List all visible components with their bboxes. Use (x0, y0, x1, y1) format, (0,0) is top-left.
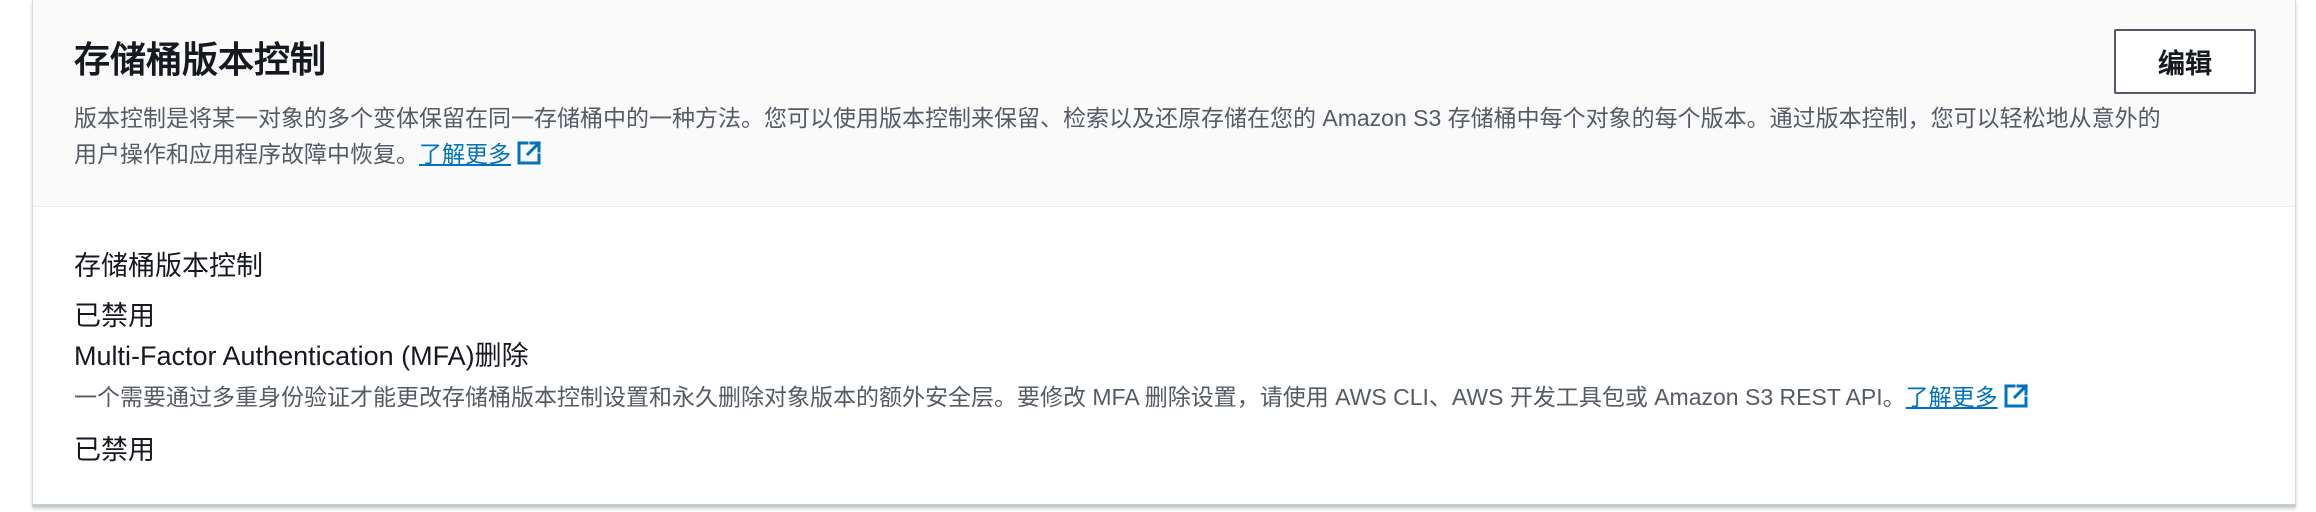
learn-more-link[interactable]: 了解更多 (419, 141, 511, 167)
description-line-1: 版本控制是将某一对象的多个变体保留在同一存储桶中的一种方法。您可以使用版本控制来… (74, 105, 2161, 131)
mfa-delete-status: 已禁用 (74, 435, 155, 465)
panel-description: 版本控制是将某一对象的多个变体保留在同一存储桶中的一种方法。您可以使用版本控制来… (74, 100, 2294, 172)
mfa-delete-label: Multi-Factor Authentication (MFA)删除 (74, 341, 529, 371)
versioning-status: 已禁用 (74, 301, 155, 331)
edit-button[interactable]: 编辑 (2114, 29, 2256, 94)
panel-title: 存储桶版本控制 (74, 39, 327, 80)
learn-more-label: 了解更多 (419, 141, 511, 167)
mfa-learn-more-label: 了解更多 (1905, 384, 1998, 410)
external-link-icon[interactable] (515, 139, 543, 167)
mfa-description-text: 一个需要通过多重身份验证才能更改存储桶版本控制设置和永久删除对象版本的额外安全层… (74, 384, 1906, 410)
bucket-versioning-panel: 存储桶版本控制 编辑 版本控制是将某一对象的多个变体保留在同一存储桶中的一种方法… (32, 0, 2296, 507)
external-link-icon[interactable] (2002, 382, 2030, 410)
versioning-label: 存储桶版本控制 (74, 251, 263, 281)
page: 存储桶版本控制 编辑 版本控制是将某一对象的多个变体保留在同一存储桶中的一种方法… (0, 0, 2316, 512)
mfa-delete-description: 一个需要通过多重身份验证才能更改存储桶版本控制设置和永久删除对象版本的额外安全层… (74, 378, 2030, 412)
description-line-2: 用户操作和应用程序故障中恢复。 (74, 141, 419, 167)
panel-header: 存储桶版本控制 编辑 版本控制是将某一对象的多个变体保留在同一存储桶中的一种方法… (33, 0, 2295, 207)
mfa-learn-more-link[interactable]: 了解更多 (1906, 384, 1998, 410)
